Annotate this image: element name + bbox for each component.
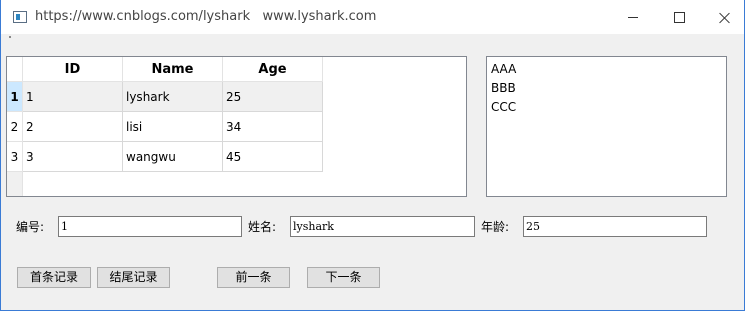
age-field[interactable]: 25 xyxy=(523,216,707,237)
maximize-icon xyxy=(673,12,685,23)
id-label: 编号: xyxy=(16,220,45,234)
table-cell-id[interactable]: 3 xyxy=(23,142,123,172)
row-header-filler xyxy=(7,172,23,196)
column-header-id[interactable]: ID xyxy=(23,57,123,82)
column-header-age[interactable]: Age xyxy=(223,57,323,82)
table-cell-name[interactable]: lisi xyxy=(123,112,223,142)
window-border-left xyxy=(0,0,1,311)
previous-record-button[interactable]: 前一条 xyxy=(217,267,290,288)
table-cell-age[interactable]: 25 xyxy=(223,82,323,112)
first-record-button[interactable]: 首条记录 xyxy=(17,267,91,288)
table-cell-name[interactable]: wangwu xyxy=(123,142,223,172)
table-cell-name[interactable]: lyshark xyxy=(123,82,223,112)
table-corner-button[interactable] xyxy=(7,57,23,82)
list-item[interactable]: AAA xyxy=(491,60,516,79)
table-cell-id[interactable]: 2 xyxy=(23,112,123,142)
title-bar[interactable]: https://www.cnblogs.com/lyshark www.lysh… xyxy=(1,0,744,34)
table-cell-age[interactable]: 45 xyxy=(223,142,323,172)
records-table[interactable]: ID Name Age 1 2 3 1 lyshark 25 2 lisi 34… xyxy=(6,56,467,197)
minimize-icon xyxy=(628,17,638,18)
close-icon xyxy=(719,12,731,24)
next-record-button[interactable]: 下一条 xyxy=(307,267,380,288)
age-label: 年龄: xyxy=(481,220,510,234)
id-field[interactable]: 1 xyxy=(58,216,242,237)
minimize-button[interactable] xyxy=(610,0,656,34)
row-header-3[interactable]: 3 xyxy=(7,142,23,172)
window-title: https://www.cnblogs.com/lyshark www.lysh… xyxy=(35,9,377,24)
table-cell-id[interactable]: 1 xyxy=(23,82,123,112)
name-field[interactable]: lyshark xyxy=(290,216,475,237)
column-header-name[interactable]: Name xyxy=(123,57,223,82)
menu-stub xyxy=(9,36,11,38)
row-header-2[interactable]: 2 xyxy=(7,112,23,142)
items-list[interactable]: AAA BBB CCC xyxy=(486,56,727,197)
row-header-1[interactable]: 1 xyxy=(7,82,23,112)
app-window-icon xyxy=(13,11,27,23)
close-button[interactable] xyxy=(702,0,745,34)
table-cell-age[interactable]: 34 xyxy=(223,112,323,142)
name-label: 姓名: xyxy=(248,220,277,234)
last-record-button[interactable]: 结尾记录 xyxy=(97,267,170,288)
maximize-button[interactable] xyxy=(656,0,702,34)
list-item[interactable]: CCC xyxy=(491,98,516,117)
list-item[interactable]: BBB xyxy=(491,79,516,98)
